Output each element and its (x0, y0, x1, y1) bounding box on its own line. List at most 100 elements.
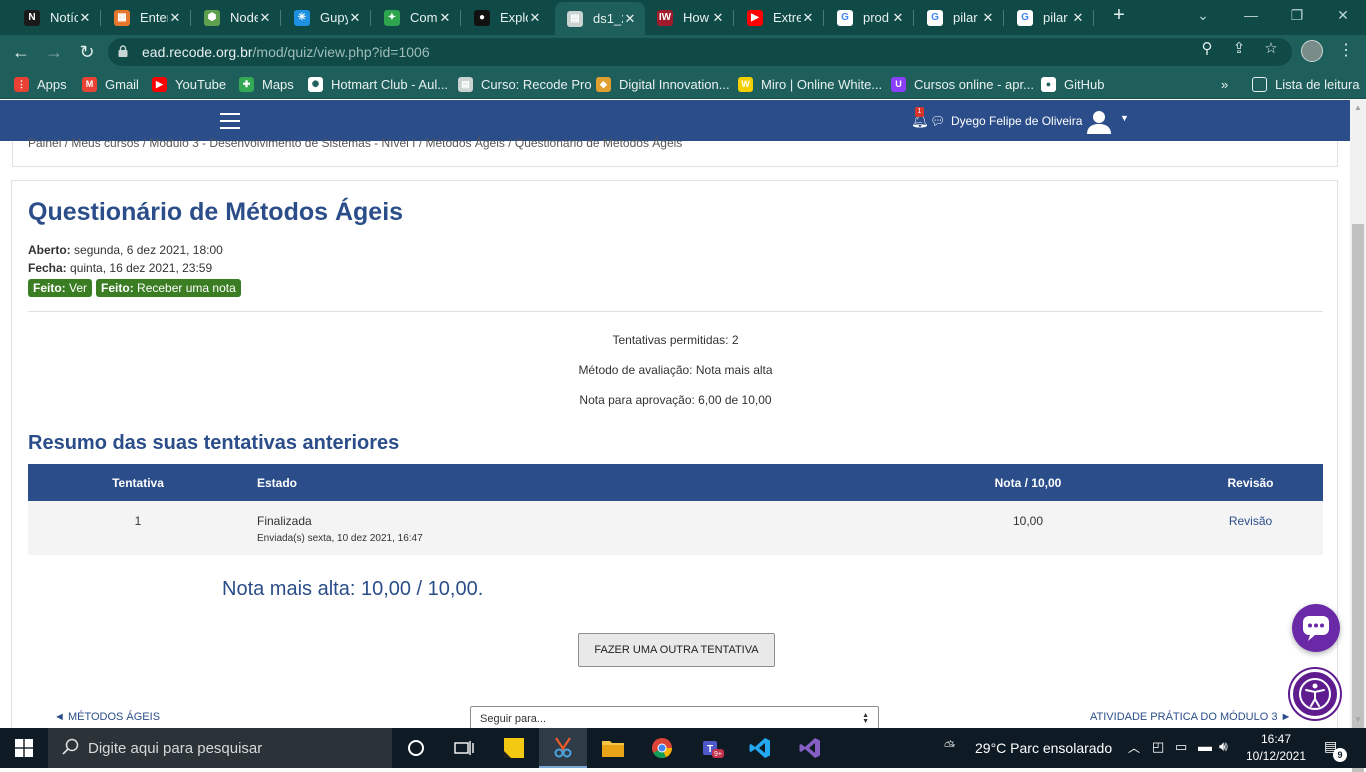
messages-icon[interactable]: 💬︎ (930, 114, 945, 128)
browser-tab[interactable]: Gprod ✕ (825, 4, 914, 31)
tab-close-icon[interactable]: ✕ (168, 10, 182, 26)
next-activity-link[interactable]: ATIVIDADE PRÁTICA DO MÓDULO 3 ► (1090, 711, 1291, 723)
forward-icon[interactable]: → (41, 39, 67, 65)
battery-icon[interactable]: ▬ (1198, 738, 1212, 754)
accessibility-button[interactable] (1290, 669, 1340, 719)
action-center-badge: 9 (1333, 748, 1347, 762)
bookmark-star-icon[interactable]: ☆ (1262, 40, 1280, 58)
reload-icon[interactable]: ↻ (74, 39, 100, 65)
back-icon[interactable]: ← (8, 39, 34, 65)
browser-tab[interactable]: Gpilar ✕ (915, 4, 1004, 31)
teams-icon[interactable]: T 9+ (688, 728, 736, 768)
bookmark-item[interactable]: W Miro | Online White... (738, 75, 882, 93)
share-icon[interactable]: ⇪ (1230, 40, 1248, 58)
menu-toggle-icon[interactable] (220, 113, 240, 129)
highest-grade: Nota mais alta: 10,00 / 10,00. (222, 578, 484, 600)
visual-studio-icon[interactable] (786, 728, 834, 768)
tab-close-icon[interactable]: ✕ (891, 10, 905, 26)
bookmark-item[interactable]: U Cursos online - apr... (891, 75, 1034, 93)
bookmark-item[interactable]: ▶ YouTube (152, 75, 226, 93)
browser-tab[interactable]: ▶ Extre ✕ (735, 4, 824, 31)
scroll-up-icon[interactable]: ▲ (1350, 100, 1366, 116)
address-bar[interactable]: ead.recode.org.br/mod/quiz/view.php?id=1… (108, 38, 1292, 66)
user-name[interactable]: Dyego Felipe de Oliveira (951, 114, 1082, 128)
tray-overflow-icon[interactable]: ︿ (1128, 739, 1140, 756)
new-tab-button[interactable]: + (1108, 5, 1130, 27)
tab-close-icon[interactable]: ✕ (528, 10, 542, 26)
breadcrumb[interactable]: Painel / Meus cursos / Módulo 3 - Desenv… (28, 136, 682, 150)
select-arrows-icon: ▲ ▼ (862, 712, 869, 725)
taskbar-search[interactable]: Digite aqui para pesquisar (48, 728, 392, 768)
scroll-down-icon[interactable]: ▼ (1350, 712, 1366, 728)
tab-close-icon[interactable]: ✕ (348, 10, 362, 26)
jump-to-select[interactable]: Seguir para... ▲ ▼ (470, 706, 879, 728)
bookmark-icon: ⋮ (14, 76, 29, 92)
browser-tab[interactable]: Gpilar ✕ (1005, 4, 1094, 31)
user-menu-caret-icon[interactable]: ▼ (1120, 113, 1129, 123)
retry-quiz-button[interactable]: FAZER UMA OUTRA TENTATIVA (578, 633, 775, 667)
zoom-icon[interactable]: ⚲ (1198, 40, 1216, 58)
tab-close-icon[interactable]: ✕ (438, 10, 452, 26)
bookmark-item[interactable]: ⋮ Apps (14, 75, 67, 93)
sticky-notes-icon[interactable] (490, 728, 538, 768)
tab-favicon-icon: N (24, 9, 40, 26)
tab-favicon-icon: ▤ (567, 10, 583, 27)
tab-close-icon[interactable]: ✕ (711, 10, 725, 26)
reading-list[interactable]: Lista de leitura (1252, 75, 1360, 93)
task-view-icon[interactable] (440, 728, 488, 768)
browser-tab[interactable]: IW How ✕ (645, 4, 734, 31)
bookmark-item[interactable]: ● GitHub (1041, 75, 1104, 93)
bookmark-item[interactable]: ✚ Maps (239, 75, 294, 93)
vscode-icon[interactable] (736, 728, 784, 768)
browser-tab[interactable]: ▦ Enter ✕ (102, 4, 191, 31)
minimize-icon[interactable]: — (1228, 0, 1274, 30)
snipping-tool-icon[interactable] (539, 728, 587, 768)
close-window-icon[interactable]: ✕ (1320, 0, 1366, 30)
attempt-grade: 10,00 (878, 501, 1178, 555)
system-clock[interactable]: 16:47 10/12/2021 (1232, 731, 1320, 765)
bookmark-item[interactable]: M Gmail (82, 75, 139, 93)
grading-method: Método de avaliação: Nota mais alta (578, 363, 773, 377)
tab-close-icon[interactable]: ✕ (1071, 10, 1085, 26)
tab-favicon-icon: G (927, 9, 943, 26)
tab-close-icon[interactable]: ✕ (623, 11, 637, 27)
weather-text[interactable]: 29°C Parc ensolarado (975, 740, 1112, 756)
volume-icon[interactable]: 🔊︎ (1219, 738, 1228, 755)
meet-now-icon[interactable]: ◰ (1152, 739, 1164, 755)
page-scrollbar[interactable]: ▲ ▼ (1350, 100, 1366, 772)
bookmark-item[interactable]: ▤ Curso: Recode Pro (458, 75, 592, 93)
browser-tab[interactable]: N Notíc ✕ (12, 4, 101, 31)
review-link[interactable]: Revisão (1229, 514, 1272, 528)
previous-activity-link[interactable]: ◄ MÉTODOS ÁGEIS (54, 711, 160, 723)
user-avatar-icon[interactable] (1086, 108, 1112, 134)
bookmark-item[interactable]: ✺ Hotmart Club - Aul... (308, 75, 448, 93)
cortana-icon[interactable] (392, 728, 440, 768)
browser-tab[interactable]: ✦ Com ✕ (372, 4, 461, 31)
chat-widget-button[interactable] (1292, 604, 1340, 652)
site-navbar: 🔔︎ 1 💬︎ Dyego Felipe de Oliveira ▼ (0, 100, 1350, 141)
start-button[interactable] (0, 728, 48, 768)
browser-tab[interactable]: ● Explo✕ (462, 4, 550, 31)
tab-search-icon[interactable]: ⌄ (1180, 0, 1226, 30)
browser-tab[interactable]: ⬢ Node ✕ (192, 4, 281, 31)
tab-close-icon[interactable]: ✕ (801, 10, 815, 26)
tab-label: Notíc (50, 10, 78, 25)
weather-icon[interactable]: ⛅︎ (944, 738, 955, 755)
profile-avatar[interactable] (1301, 40, 1323, 62)
bookmarks-overflow-icon[interactable]: » (1221, 75, 1228, 93)
network-icon[interactable]: ▭ (1175, 739, 1187, 755)
file-explorer-icon[interactable] (589, 728, 637, 768)
scroll-thumb[interactable] (1352, 224, 1364, 772)
tab-close-icon[interactable]: ✕ (981, 10, 995, 26)
restore-icon[interactable]: ❐ (1274, 0, 1320, 30)
bookmark-item[interactable]: ◆ Digital Innovation... (596, 75, 730, 93)
quiz-dates: Aberto: segunda, 6 dez 2021, 18:00 Fecha… (28, 241, 223, 277)
browser-tab[interactable]: ✳ Gupy ✕ (282, 4, 371, 31)
tab-close-icon[interactable]: ✕ (78, 10, 92, 26)
tab-close-icon[interactable]: ✕ (258, 10, 272, 26)
browser-tab[interactable]: ▤ ds1_2✕ (555, 2, 645, 35)
tab-separator (190, 10, 191, 26)
chrome-icon[interactable] (638, 728, 686, 768)
browser-menu-icon[interactable]: ⋮ (1338, 40, 1354, 62)
bookmark-label: Curso: Recode Pro (481, 76, 592, 92)
